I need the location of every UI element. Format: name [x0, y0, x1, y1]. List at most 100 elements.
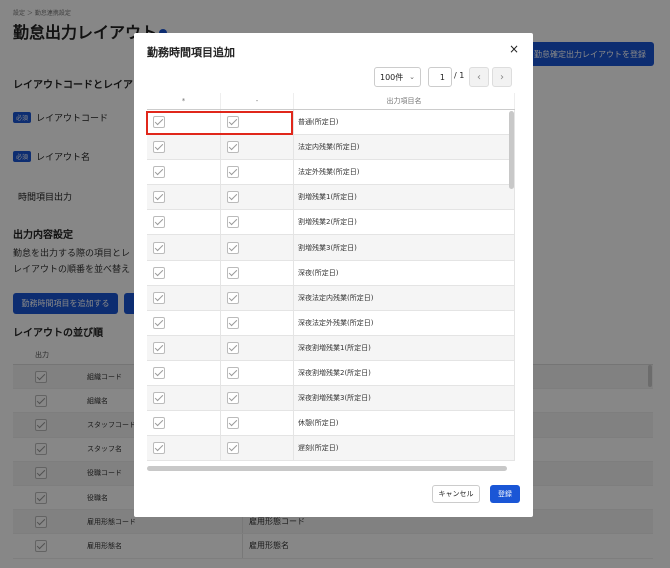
cell-checkbox-2 — [221, 210, 294, 235]
checkbox[interactable] — [227, 417, 239, 430]
cell-checkbox-1 — [147, 185, 221, 210]
table-body: 普通(所定日) 法定内残業(所定日) 法定外残業(所定日) 割増残業1(所定日)… — [147, 110, 515, 462]
next-page-button[interactable]: › — [492, 67, 512, 87]
table-row: 法定外残業(所定日) — [147, 160, 515, 186]
checkbox[interactable] — [153, 216, 165, 229]
table-row: 法定内残業(所定日) — [147, 135, 515, 161]
checkbox[interactable] — [227, 442, 239, 455]
checkbox[interactable] — [227, 341, 239, 354]
cell-checkbox-2 — [221, 310, 294, 335]
cell-checkbox-2 — [221, 386, 294, 411]
chevron-down-icon: ⌄ — [409, 73, 415, 81]
item-name: 割増残業1(所定日) — [294, 185, 515, 210]
checkbox[interactable] — [153, 191, 165, 204]
cell-checkbox-2 — [221, 235, 294, 260]
checkbox[interactable] — [153, 366, 165, 379]
checkbox[interactable] — [153, 166, 165, 179]
table-header: * - 出力項目名 — [147, 93, 515, 110]
checkbox[interactable] — [227, 291, 239, 304]
add-work-time-item-modal: 勤務時間項目追加 × 100件 ⌄ 1 / 1 ‹ › * - 出力項目名 普通… — [134, 33, 533, 517]
work-time-items-table: * - 出力項目名 普通(所定日) 法定内残業(所定日) 法定外残業(所定日) … — [147, 93, 515, 465]
cell-checkbox-1 — [147, 436, 221, 461]
item-name: 深夜割増残業3(所定日) — [294, 386, 515, 411]
cancel-button[interactable]: キャンセル — [432, 485, 480, 503]
column-header-select[interactable]: - — [221, 93, 294, 109]
checkbox[interactable] — [153, 266, 165, 279]
cell-checkbox-2 — [221, 285, 294, 310]
item-name: 法定内残業(所定日) — [294, 135, 515, 160]
table-row: 深夜割増残業1(所定日) — [147, 335, 515, 361]
checkbox[interactable] — [153, 241, 165, 254]
checkbox[interactable] — [153, 141, 165, 154]
checkbox[interactable] — [227, 216, 239, 229]
table-row: 深夜(所定日) — [147, 260, 515, 286]
cell-checkbox-1 — [147, 285, 221, 310]
table-row: 割増残業2(所定日) — [147, 210, 515, 236]
checkbox[interactable] — [227, 191, 239, 204]
cell-checkbox-1 — [147, 135, 221, 160]
item-name: 休憩(所定日) — [294, 411, 515, 436]
cell-checkbox-2 — [221, 135, 294, 160]
cell-checkbox-1 — [147, 360, 221, 386]
checkbox[interactable] — [153, 442, 165, 455]
per-page-value: 100件 — [380, 72, 404, 82]
per-page-select[interactable]: 100件 ⌄ — [374, 67, 421, 87]
item-name: 深夜法定外残業(所定日) — [294, 310, 515, 335]
item-name: 割増残業3(所定日) — [294, 235, 515, 260]
cell-checkbox-1 — [147, 335, 221, 360]
checkbox[interactable] — [227, 392, 239, 405]
horizontal-scrollbar[interactable] — [147, 466, 507, 471]
vertical-scrollbar[interactable] — [509, 111, 514, 189]
close-icon[interactable]: × — [509, 42, 519, 56]
checkbox[interactable] — [227, 366, 239, 379]
column-header-item-name: 出力項目名 — [294, 93, 515, 109]
page-total: / 1 — [454, 71, 465, 80]
cell-checkbox-1 — [147, 235, 221, 260]
highlight-box — [146, 111, 293, 135]
page-number-input[interactable]: 1 — [428, 67, 452, 87]
item-name: 法定外残業(所定日) — [294, 160, 515, 185]
item-name: 遅刻(所定日) — [294, 436, 515, 461]
checkbox[interactable] — [227, 166, 239, 179]
cell-checkbox-1 — [147, 310, 221, 335]
checkbox[interactable] — [153, 341, 165, 354]
item-name: 深夜割増残業2(所定日) — [294, 360, 515, 386]
table-row: 遅刻(所定日) — [147, 436, 515, 462]
checkbox[interactable] — [153, 291, 165, 304]
item-name: 深夜法定内残業(所定日) — [294, 285, 515, 310]
item-name: 割増残業2(所定日) — [294, 210, 515, 235]
checkbox[interactable] — [227, 266, 239, 279]
table-row: 割増残業1(所定日) — [147, 185, 515, 211]
cell-checkbox-2 — [221, 185, 294, 210]
table-row: 深夜法定内残業(所定日) — [147, 285, 515, 311]
checkbox[interactable] — [227, 241, 239, 254]
cell-checkbox-1 — [147, 260, 221, 285]
item-name: 深夜割増残業1(所定日) — [294, 335, 515, 360]
register-button[interactable]: 登録 — [490, 485, 520, 503]
checkbox[interactable] — [153, 417, 165, 430]
cell-checkbox-2 — [221, 360, 294, 386]
checkbox[interactable] — [227, 316, 239, 329]
checkbox[interactable] — [153, 392, 165, 405]
cell-checkbox-2 — [221, 436, 294, 461]
item-name: 普通(所定日) — [294, 110, 515, 135]
column-header-select-all[interactable]: * — [147, 93, 221, 109]
modal-title: 勤務時間項目追加 — [147, 46, 235, 59]
cell-checkbox-2 — [221, 260, 294, 285]
cell-checkbox-2 — [221, 160, 294, 185]
cell-checkbox-1 — [147, 210, 221, 235]
table-row: 深夜割増残業3(所定日) — [147, 386, 515, 412]
cell-checkbox-1 — [147, 411, 221, 436]
checkbox[interactable] — [227, 141, 239, 154]
table-row: 休憩(所定日) — [147, 411, 515, 437]
checkbox[interactable] — [153, 316, 165, 329]
cell-checkbox-2 — [221, 335, 294, 360]
item-name: 深夜(所定日) — [294, 260, 515, 285]
prev-page-button[interactable]: ‹ — [469, 67, 489, 87]
table-row: 深夜法定外残業(所定日) — [147, 310, 515, 336]
cell-checkbox-1 — [147, 386, 221, 411]
table-row: 深夜割増残業2(所定日) — [147, 360, 515, 387]
table-row: 割増残業3(所定日) — [147, 235, 515, 261]
cell-checkbox-1 — [147, 160, 221, 185]
cell-checkbox-2 — [221, 411, 294, 436]
